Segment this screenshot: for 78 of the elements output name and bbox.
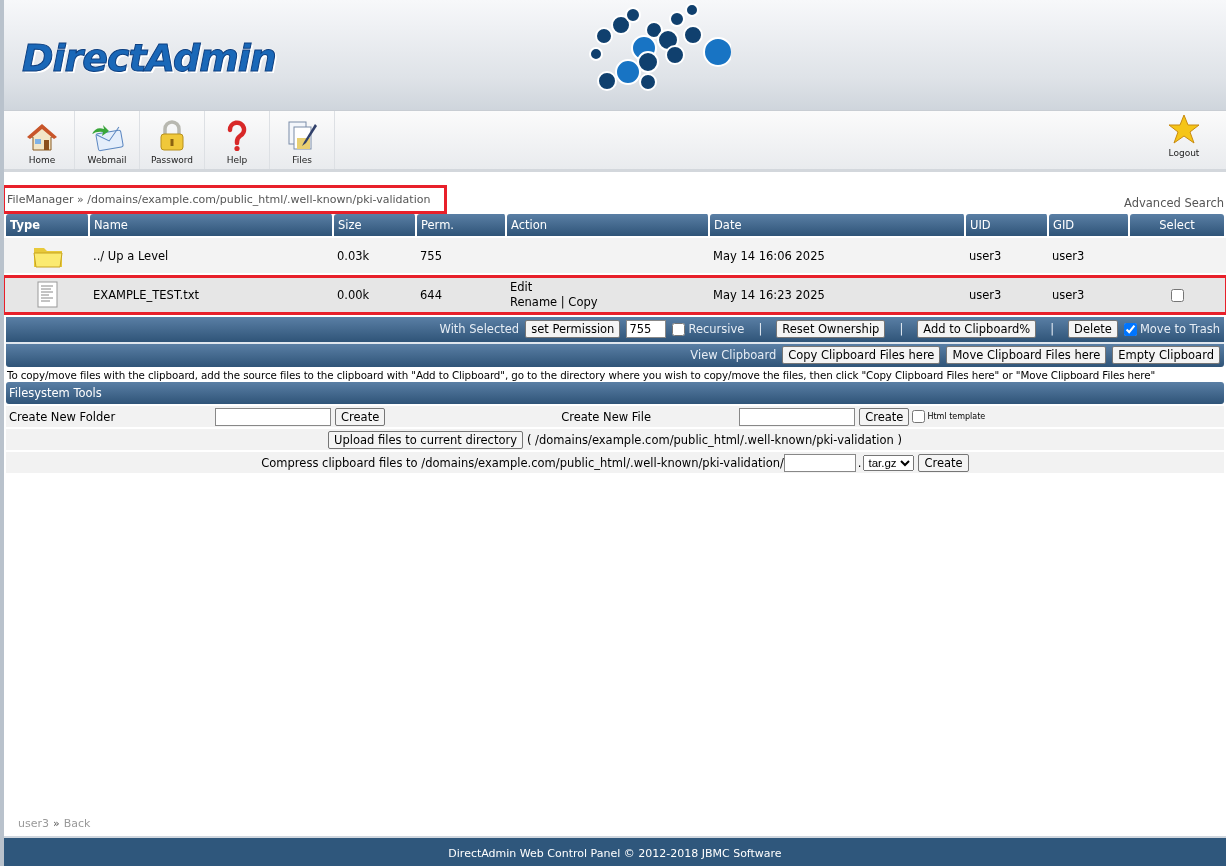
column-header[interactable]: Name xyxy=(90,214,334,236)
uid-text: user3 xyxy=(969,288,1002,302)
path-text: ( /domains/example.com/public_html/.well-known/pki-validation ) xyxy=(526,432,902,447)
action-button[interactable]: set Permission xyxy=(525,320,621,338)
separator-text: | xyxy=(1050,322,1055,336)
question-mark-icon[interactable] xyxy=(226,120,248,152)
envelope-icon[interactable] xyxy=(90,124,124,152)
date-text: May 14 16:06 2025 xyxy=(713,248,825,263)
toolbar-label[interactable]: Home xyxy=(28,155,56,165)
separator-text: | xyxy=(899,322,904,336)
padlock-icon[interactable] xyxy=(158,120,186,152)
toolbar-label[interactable]: Files xyxy=(292,155,312,165)
checkbox-label: Recursive xyxy=(688,322,745,336)
archive-name-field[interactable] xyxy=(783,453,856,472)
permission-text[interactable]: 644 xyxy=(420,288,442,302)
column-header[interactable]: Size xyxy=(334,214,417,236)
column-header[interactable]: GID xyxy=(1049,214,1130,236)
checkbox-label: Html template xyxy=(927,412,986,421)
permission-field[interactable]: 755 xyxy=(626,320,667,338)
star-icon[interactable] xyxy=(1168,113,1200,145)
documents-icon[interactable] xyxy=(286,120,318,152)
date-text: May 14 16:23 2025 xyxy=(713,288,825,302)
action-button[interactable]: Delete xyxy=(1068,320,1118,338)
upload-button[interactable]: Upload files to current directory xyxy=(328,430,523,449)
file-name[interactable]: EXAMPLE_TEST.txt xyxy=(93,288,200,302)
action-button[interactable]: Empty Clipboard xyxy=(1112,346,1220,364)
size-text: 0.00k xyxy=(337,288,370,302)
document-icon[interactable] xyxy=(37,281,59,309)
toolbar-label[interactable]: Help xyxy=(226,155,248,165)
separator-text: » xyxy=(53,817,60,830)
separator-text: | xyxy=(559,295,566,309)
copyright-text: DirectAdmin Web Control Panel © 2012-2018 JBMC Software xyxy=(448,847,782,860)
toolbar-label[interactable]: Webmail xyxy=(87,155,127,165)
action-link[interactable]: Copy xyxy=(568,295,598,309)
format-dropdown[interactable]: tar.gz xyxy=(863,454,915,471)
gid-text: user3 xyxy=(1052,288,1085,302)
create-button[interactable]: Create xyxy=(918,453,969,472)
checkbox[interactable] xyxy=(1123,322,1137,336)
column-header[interactable]: Type xyxy=(6,214,90,236)
select-checkbox[interactable] xyxy=(1171,288,1184,302)
column-header[interactable]: Select xyxy=(1130,214,1224,236)
advanced-search-link[interactable]: Advanced Search xyxy=(1124,196,1224,210)
checkbox-label: Move to Trash xyxy=(1139,322,1220,336)
dot-text: . xyxy=(857,455,862,470)
bar-label: View Clipboard xyxy=(690,348,777,362)
gid-text: user3 xyxy=(1052,248,1085,263)
column-header[interactable]: UID xyxy=(966,214,1049,236)
toolbar-label[interactable]: Logout xyxy=(1168,148,1200,158)
checkbox[interactable] xyxy=(912,410,926,423)
breadcrumb-text: FileManager » /domains/example.com/public_html/.well-known/pki-validation xyxy=(4,185,448,214)
size-text: 0.03k xyxy=(337,248,370,263)
action-button[interactable]: Add to Clipboard% xyxy=(917,320,1037,338)
logo-text: DirectAdmin xyxy=(22,36,276,80)
clipboard-help-text: To copy/move files with the clipboard, add the source files to the clipboard with "Add to Clipboard", go to the directory where you wish to copy/move the files, then click "Copy Clipboard Files here" or "Move Clipboard Files here" xyxy=(6,369,1157,381)
section-header: Filesystem Tools xyxy=(6,382,1224,404)
file-name[interactable]: ../ Up a Level xyxy=(93,248,169,263)
column-header[interactable]: Action xyxy=(507,214,710,236)
file-name-field[interactable] xyxy=(739,407,856,426)
permission-text[interactable]: 755 xyxy=(420,248,442,263)
folder-name-field[interactable] xyxy=(215,407,331,426)
house-icon[interactable] xyxy=(26,122,58,152)
action-button[interactable]: Reset Ownership xyxy=(776,320,886,338)
column-header[interactable]: Perm. xyxy=(417,214,507,236)
action-link[interactable]: Edit xyxy=(510,280,533,294)
field-label: Create New Folder xyxy=(9,409,117,424)
create-button[interactable]: Create xyxy=(335,407,386,426)
checkbox[interactable] xyxy=(672,322,686,336)
action-button[interactable]: Copy Clipboard Files here xyxy=(782,346,941,364)
action-link[interactable]: Rename xyxy=(510,295,558,309)
uid-text: user3 xyxy=(969,248,1002,263)
bar-label: With Selected xyxy=(439,322,520,336)
toolbar-label[interactable]: Password xyxy=(150,155,193,165)
separator-text: | xyxy=(758,322,763,336)
field-label: Create New File xyxy=(561,409,653,424)
column-header[interactable]: Date xyxy=(710,214,966,236)
field-label: Compress clipboard files to /domains/example.com/public_html/.well-known/pki-validation/ xyxy=(261,455,784,470)
action-button[interactable]: Move Clipboard Files here xyxy=(946,346,1107,364)
create-button[interactable]: Create xyxy=(859,407,910,426)
